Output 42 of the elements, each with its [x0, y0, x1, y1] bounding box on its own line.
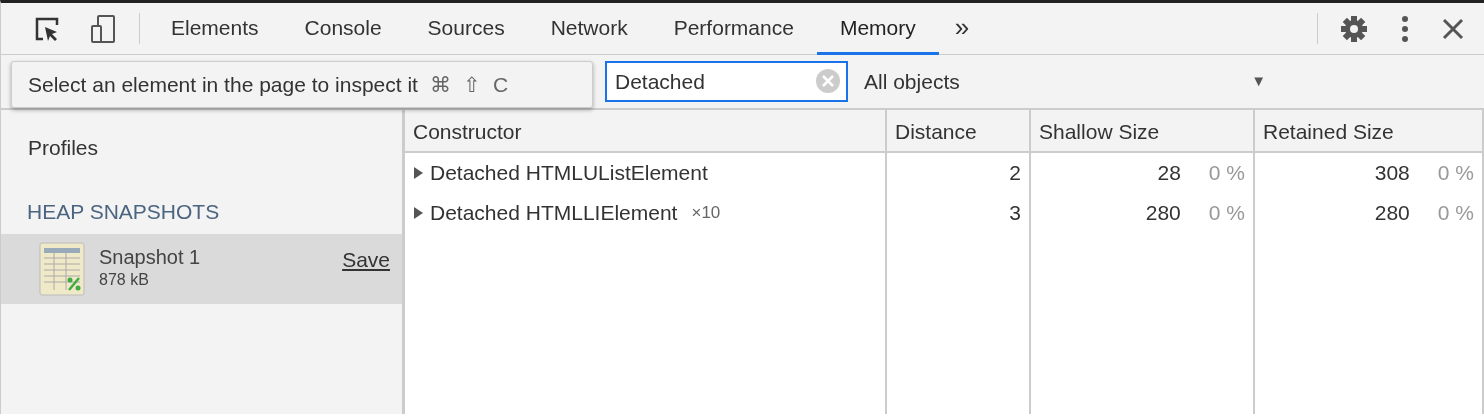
dropdown-value: All objects: [864, 68, 960, 95]
retained-percent: 0 %: [1437, 200, 1474, 227]
panel-tab[interactable]: Network: [527, 3, 651, 55]
constructor-name: Detached HTMLLIElement: [430, 200, 678, 227]
shortcut-key: ⇧: [462, 68, 481, 101]
retained-percent: 0 %: [1437, 160, 1474, 187]
panel-tab[interactable]: Performance: [650, 3, 817, 55]
panel-tab[interactable]: Memory: [816, 3, 939, 55]
sidebar-title: Profiles: [28, 136, 99, 159]
dropdown-arrow: ▼: [1251, 71, 1266, 92]
more-options-icon[interactable]: [1402, 15, 1408, 42]
view-dropdown[interactable]: All objects ▼: [848, 65, 1278, 98]
snapshot-icon: [39, 241, 85, 296]
save-link[interactable]: Save: [342, 243, 390, 275]
tooltip-text: Select an element in the page to inspect it: [28, 71, 418, 98]
device-icon[interactable]: [89, 13, 117, 44]
shallow-percent: 0 %: [1208, 200, 1245, 227]
distance-value: 2: [1009, 160, 1021, 187]
shallow-size: 28: [1157, 160, 1181, 187]
panel-tab[interactable]: Sources: [404, 3, 528, 55]
snapshot-item[interactable]: Snapshot 1 878 kB Save: [1, 233, 402, 304]
shortcut-key: C: [492, 68, 509, 101]
retained-size: 280: [1374, 200, 1410, 227]
section-header: HEAP SNAPSHOTS: [26, 199, 221, 225]
expand-icon[interactable]: [413, 207, 424, 219]
panel-tab[interactable]: Console: [281, 3, 405, 55]
close-icon[interactable]: [1442, 17, 1464, 40]
shallow-percent: 0 %: [1208, 160, 1245, 187]
column-header[interactable]: Constructor: [413, 120, 522, 143]
constructor-name: Detached HTMLUListElement: [430, 160, 708, 187]
retained-size: 308: [1374, 160, 1410, 187]
settings-icon[interactable]: [1340, 14, 1368, 43]
expand-icon[interactable]: [413, 167, 424, 179]
instance-count: ×10: [691, 202, 721, 225]
snapshot-title: Snapshot 1: [99, 245, 201, 268]
shallow-size: 280: [1145, 200, 1181, 227]
more-tabs-button[interactable]: »: [938, 3, 986, 55]
shortcut-key: ⌘: [429, 68, 451, 101]
filter-field[interactable]: Detached: [605, 61, 848, 102]
distance-value: 3: [1009, 200, 1021, 227]
snapshot-size: 878 kB: [99, 269, 150, 290]
panel-tab[interactable]: Elements: [148, 3, 282, 55]
